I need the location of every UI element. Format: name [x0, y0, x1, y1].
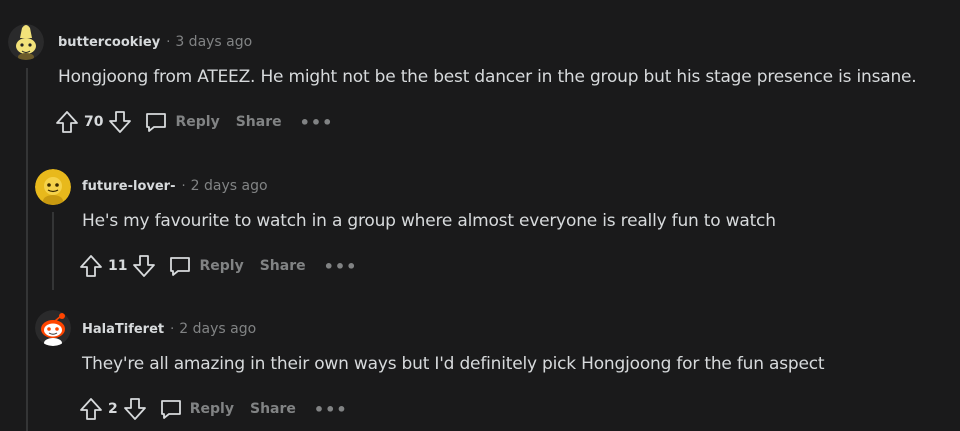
- meta-separator: ·: [181, 179, 186, 194]
- reply-button[interactable]: Reply: [167, 253, 244, 279]
- reply-label: Reply: [189, 401, 234, 417]
- share-button[interactable]: Share: [260, 258, 306, 274]
- comment-username[interactable]: buttercookiey: [58, 35, 160, 50]
- more-options-button[interactable]: •••: [324, 257, 358, 276]
- thread-line[interactable]: [52, 212, 54, 290]
- more-options-button[interactable]: •••: [314, 400, 348, 419]
- user-avatar[interactable]: [35, 169, 71, 205]
- comment-body: They're all amazing in their own ways bu…: [82, 354, 825, 374]
- comment-bubble-icon: [167, 253, 193, 279]
- comment-body: He's my favourite to watch in a group wh…: [82, 211, 776, 231]
- reply-label: Reply: [199, 258, 244, 274]
- downvote-icon[interactable]: [122, 396, 148, 422]
- upvote-icon[interactable]: [78, 253, 104, 279]
- comment-timestamp[interactable]: 3 days ago: [175, 34, 252, 50]
- upvote-icon[interactable]: [54, 109, 80, 135]
- reply-button[interactable]: Reply: [158, 396, 234, 422]
- user-avatar[interactable]: [8, 24, 44, 60]
- meta-separator: ·: [166, 35, 171, 50]
- comment-timestamp[interactable]: 2 days ago: [179, 321, 256, 337]
- comment-actions: 70 Reply Share •••: [54, 108, 333, 136]
- comment-username[interactable]: future-lover-: [82, 179, 176, 194]
- upvote-icon[interactable]: [78, 396, 104, 422]
- vote-score: 11: [108, 258, 128, 274]
- comment-body: Hongjoong from ATEEZ. He might not be th…: [58, 67, 917, 87]
- share-button[interactable]: Share: [236, 114, 282, 130]
- comment-bubble-icon: [158, 396, 184, 422]
- share-button[interactable]: Share: [250, 401, 296, 417]
- comment-actions: 2 Reply Share •••: [78, 395, 348, 423]
- reply-label: Reply: [175, 114, 220, 130]
- more-options-button[interactable]: •••: [300, 113, 334, 132]
- downvote-icon[interactable]: [131, 253, 157, 279]
- comment-bubble-icon: [143, 109, 169, 135]
- thread-line[interactable]: [26, 68, 28, 431]
- vote-score: 70: [84, 114, 104, 130]
- reply-button[interactable]: Reply: [143, 109, 220, 135]
- downvote-icon[interactable]: [107, 109, 133, 135]
- vote-score: 2: [108, 401, 118, 417]
- comment-actions: 11 Reply Share •••: [78, 252, 357, 280]
- meta-separator: ·: [170, 322, 175, 337]
- user-avatar[interactable]: [35, 310, 71, 346]
- comment-timestamp[interactable]: 2 days ago: [191, 178, 268, 194]
- comment-username[interactable]: HalaTiferet: [82, 322, 164, 337]
